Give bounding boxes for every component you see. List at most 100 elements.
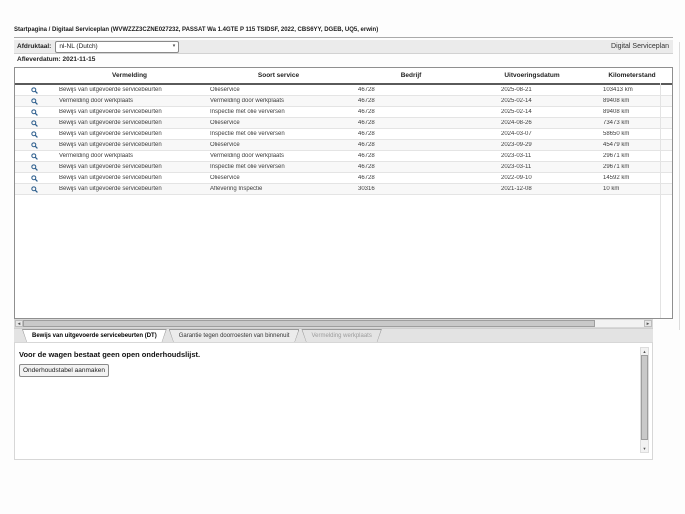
horizontal-scrollbar[interactable]: ◄ ► <box>14 319 653 328</box>
scroll-up-icon[interactable]: ▲ <box>641 348 648 355</box>
row-detail-button[interactable] <box>15 108 53 116</box>
vertical-scrollbar-thumb[interactable] <box>641 355 648 440</box>
table-row: Bewijs van uitgevoerde servicebeurten In… <box>15 107 672 118</box>
cell-vermelding: Bewijs van uitgevoerde servicebeurten <box>59 109 162 115</box>
column-header-soort-service: Soort service <box>257 72 300 79</box>
table-row: Vermelding door werkplaats Vermelding do… <box>15 151 672 162</box>
vertical-scrollbar[interactable]: ▲ ▼ <box>640 347 649 453</box>
table-row: Vermelding door werkplaats Vermelding do… <box>15 96 672 107</box>
cell-vermelding: Bewijs van uitgevoerde servicebeurten <box>59 186 162 192</box>
window-edge-line <box>679 42 680 330</box>
cell-bedrijf: 46728 <box>358 120 375 126</box>
cell-uitvoeringsdatum: 2021-12-08 <box>501 186 532 192</box>
cell-soort-service: Olieservice <box>210 120 240 126</box>
cell-vermelding: Bewijs van uitgevoerde servicebeurten <box>59 131 162 137</box>
table-body: Bewijs van uitgevoerde servicebeurten Ol… <box>15 85 672 195</box>
cell-soort-service: Vermelding door werkplaats <box>210 98 285 104</box>
table-row: Bewijs van uitgevoerde servicebeurten In… <box>15 129 672 140</box>
table-row: Bewijs van uitgevoerde servicebeurten Ol… <box>15 173 672 184</box>
row-detail-button[interactable] <box>15 163 53 171</box>
magnifier-icon <box>30 163 38 171</box>
row-detail-button[interactable] <box>15 130 53 138</box>
scroll-down-icon[interactable]: ▼ <box>641 445 648 452</box>
language-select[interactable]: nl-NL (Dutch) ▾ <box>55 40 180 53</box>
magnifier-icon <box>30 185 38 193</box>
cell-vermelding: Bewijs van uitgevoerde servicebeurten <box>59 120 162 126</box>
cell-vermelding: Bewijs van uitgevoerde servicebeurten <box>59 175 162 181</box>
table-scroll-track <box>660 83 661 318</box>
cell-soort-service: Olieservice <box>210 142 240 148</box>
magnifier-icon <box>30 97 38 105</box>
cell-vermelding: Bewijs van uitgevoerde servicebeurten <box>59 87 162 93</box>
row-detail-button[interactable] <box>15 119 53 127</box>
tab-label: Bewijs van uitgevoerde servicebeurten (D… <box>23 330 166 342</box>
cell-uitvoeringsdatum: 2024-08-26 <box>501 120 532 126</box>
language-label: Afdruktaal: <box>17 43 52 50</box>
horizontal-scrollbar-thumb[interactable] <box>23 320 595 327</box>
cell-bedrijf: 30316 <box>358 186 375 192</box>
row-detail-button[interactable] <box>15 86 53 94</box>
breadcrumb[interactable]: Startpagina / Digitaal Serviceplan (WVWZ… <box>14 27 378 33</box>
tab-label: Vermelding werkplaats <box>302 330 380 342</box>
row-detail-button[interactable] <box>15 97 53 105</box>
cell-soort-service: Inspectie met olie verversen <box>210 109 285 115</box>
cell-bedrijf: 46728 <box>358 109 375 115</box>
table-row: Bewijs van uitgevoerde servicebeurten Ol… <box>15 85 672 96</box>
cell-bedrijf: 46728 <box>358 175 375 181</box>
tab[interactable]: Vermelding werkplaats <box>301 329 381 343</box>
cell-bedrijf: 46728 <box>358 142 375 148</box>
column-header-bedrijf: Bedrijf <box>400 72 422 79</box>
magnifier-icon <box>30 174 38 182</box>
cell-uitvoeringsdatum: 2023-09-29 <box>501 142 532 148</box>
language-selected-value: nl-NL (Dutch) <box>59 43 98 50</box>
maintenance-panel: Voor de wagen bestaat geen open onderhou… <box>14 342 653 460</box>
service-history-table: Vermelding Soort service Bedrijf Uitvoer… <box>14 67 673 319</box>
cell-vermelding: Vermelding door werkplaats <box>59 98 134 104</box>
magnifier-icon <box>30 141 38 149</box>
magnifier-icon <box>30 119 38 127</box>
header-divider <box>14 37 673 38</box>
row-detail-button[interactable] <box>15 185 53 193</box>
column-header-vermelding: Vermelding <box>111 72 148 79</box>
no-open-maintenance-message: Voor de wagen bestaat geen open onderhou… <box>19 350 201 359</box>
tab[interactable]: Bewijs van uitgevoerde servicebeurten (D… <box>22 329 167 343</box>
tab-strip: Bewijs van uitgevoerde servicebeurten (D… <box>14 328 653 342</box>
magnifier-icon <box>30 130 38 138</box>
row-detail-button[interactable] <box>15 174 53 182</box>
cell-soort-service: Vermelding door werkplaats <box>210 153 285 159</box>
magnifier-icon <box>30 108 38 116</box>
page-title: Digital Serviceplan <box>611 43 669 50</box>
cell-bedrijf: 46728 <box>358 153 375 159</box>
cell-uitvoeringsdatum: 2025-02-14 <box>501 98 532 104</box>
toolbar: Afdruktaal: nl-NL (Dutch) ▾ Digital Serv… <box>14 40 673 54</box>
cell-uitvoeringsdatum: 2022-09-10 <box>501 175 532 181</box>
table-row: Bewijs van uitgevoerde servicebeurten Af… <box>15 184 672 195</box>
cell-bedrijf: 46728 <box>358 164 375 170</box>
cell-uitvoeringsdatum: 2023-03-11 <box>501 164 532 170</box>
row-detail-button[interactable] <box>15 152 53 160</box>
cell-bedrijf: 46728 <box>358 98 375 104</box>
table-row: Bewijs van uitgevoerde servicebeurten Ol… <box>15 140 672 151</box>
cell-uitvoeringsdatum: 2023-03-11 <box>501 153 532 159</box>
cell-soort-service: Inspectie met olie verversen <box>210 164 285 170</box>
scroll-right-icon[interactable]: ► <box>644 320 652 327</box>
scroll-left-icon[interactable]: ◄ <box>15 320 23 327</box>
cell-soort-service: Olieservice <box>210 175 240 181</box>
tab[interactable]: Garantie tegen doorroesten van binnenuit <box>169 329 300 343</box>
delivery-date-label: Afleverdatum: 2021-11-15 <box>17 56 96 63</box>
digital-serviceplan-page: Startpagina / Digitaal Serviceplan (WVWZ… <box>0 0 685 514</box>
cell-soort-service: Inspectie met olie verversen <box>210 131 285 137</box>
cell-uitvoeringsdatum: 2025-08-21 <box>501 87 532 93</box>
magnifier-icon <box>30 86 38 94</box>
cell-bedrijf: 46728 <box>358 87 375 93</box>
column-header-uitvoeringsdatum: Uitvoeringsdatum <box>504 72 560 79</box>
row-detail-button[interactable] <box>15 141 53 149</box>
cell-bedrijf: 46728 <box>358 131 375 137</box>
magnifier-icon <box>30 152 38 160</box>
chevron-down-icon: ▾ <box>172 43 176 49</box>
cell-vermelding: Vermelding door werkplaats <box>59 153 134 159</box>
table-header-row: Vermelding Soort service Bedrijf Uitvoer… <box>15 68 672 85</box>
table-row: Bewijs van uitgevoerde servicebeurten Ol… <box>15 118 672 129</box>
cell-soort-service: Aflevering Inspectie <box>210 186 263 192</box>
create-maintenance-table-button[interactable]: Onderhoudstabel aanmaken <box>19 364 110 377</box>
